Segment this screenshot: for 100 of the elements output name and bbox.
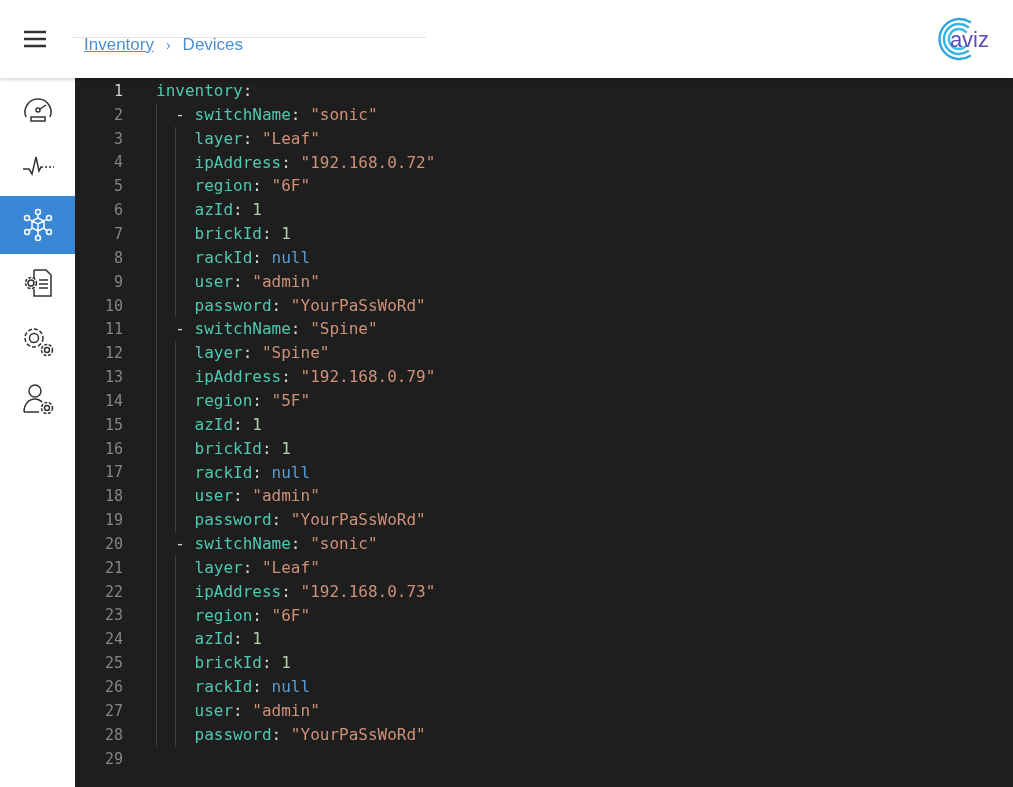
yaml-string: "6F" <box>271 604 311 627</box>
yaml-punctuation: : <box>233 485 244 508</box>
yaml-key: user <box>194 484 234 509</box>
yaml-punctuation: : <box>252 175 263 198</box>
line-number: 19 <box>103 511 123 530</box>
yaml-punctuation: : <box>281 151 292 174</box>
breadcrumb-current: Devices <box>182 34 244 55</box>
yaml-key: switchName <box>194 532 291 556</box>
yaml-punctuation: : <box>252 461 263 484</box>
yaml-string: "YourPaSsWoRd" <box>290 723 426 746</box>
yaml-key: rackId <box>194 245 253 270</box>
line-number: 12 <box>103 344 123 363</box>
yaml-punctuation: : <box>281 366 292 389</box>
yaml-string: "sonic" <box>310 533 378 556</box>
yaml-string: "Spine" <box>310 318 378 341</box>
yaml-key: inventory <box>156 79 243 103</box>
line-number: 25 <box>103 654 123 673</box>
line-number: 13 <box>103 368 123 387</box>
yaml-key: password <box>194 722 272 747</box>
yaml-key: user <box>194 698 234 723</box>
yaml-key: ipAddress <box>194 579 282 604</box>
breadcrumb-link[interactable]: Inventory <box>84 34 154 55</box>
yaml-string: "YourPaSsWoRd" <box>290 294 426 317</box>
yaml-string: "sonic" <box>310 103 378 126</box>
line-number: 29 <box>103 749 123 768</box>
line-number: 1 <box>112 81 123 100</box>
yaml-punctuation: : <box>271 509 283 532</box>
line-number: 14 <box>103 391 123 410</box>
yaml-punctuation: : <box>252 676 263 699</box>
yaml-number: 1 <box>281 223 291 246</box>
yaml-punctuation: : <box>290 533 302 556</box>
yaml-key: region <box>194 603 253 628</box>
yaml-key: brickId <box>194 436 262 461</box>
yaml-key: region <box>194 388 253 413</box>
yaml-punctuation: - <box>175 533 186 556</box>
yaml-punctuation: - <box>175 318 186 341</box>
yaml-punctuation: : <box>233 199 244 222</box>
yaml-key: layer <box>194 126 243 151</box>
yaml-key: brickId <box>194 651 262 676</box>
yaml-key: layer <box>194 555 243 580</box>
yaml-string: "192.168.0.73" <box>300 580 436 603</box>
line-number: 26 <box>103 678 123 696</box>
yaml-punctuation: : <box>242 80 253 102</box>
line-number: 21 <box>103 558 123 577</box>
yaml-punctuation: : <box>271 723 283 746</box>
yaml-key: switchName <box>194 317 291 342</box>
yaml-key: rackId <box>194 460 253 485</box>
yaml-key: ipAddress <box>194 150 282 175</box>
yaml-string: "192.168.0.79" <box>300 366 436 389</box>
yaml-punctuation: : <box>261 223 273 246</box>
yaml-punctuation: : <box>271 294 283 317</box>
yaml-string: "Leaf" <box>261 127 320 150</box>
yaml-punctuation: : <box>261 652 273 675</box>
line-number: 8 <box>112 248 123 267</box>
yaml-string: "admin" <box>252 270 320 293</box>
logo-text: aviz <box>949 26 989 53</box>
line-number: 16 <box>103 439 123 458</box>
yaml-punctuation: - <box>175 103 186 126</box>
yaml-punctuation: : <box>233 628 244 651</box>
sidebar-item[interactable] <box>0 196 75 254</box>
yaml-key: region <box>194 174 253 199</box>
menu-button[interactable] <box>23 28 49 50</box>
line-number: 10 <box>103 296 123 315</box>
line-number: 20 <box>103 534 123 553</box>
yaml-number: 1 <box>252 628 262 651</box>
line-number: 9 <box>112 272 123 291</box>
yaml-string: "admin" <box>252 699 320 722</box>
line-number: 7 <box>112 225 123 243</box>
yaml-number: 1 <box>281 437 291 460</box>
line-number: 3 <box>112 129 123 148</box>
yaml-punctuation: : <box>261 437 273 460</box>
yaml-key: azId <box>194 412 234 437</box>
line-number: 28 <box>103 725 123 744</box>
yaml-key: switchName <box>194 102 291 127</box>
yaml-null: null <box>271 246 311 269</box>
yaml-number: 1 <box>252 199 262 222</box>
yaml-key: azId <box>194 627 234 652</box>
yaml-string: "6F" <box>271 175 311 198</box>
yaml-punctuation: : <box>242 342 254 365</box>
yaml-null: null <box>271 676 311 699</box>
line-number: 23 <box>103 606 123 625</box>
yaml-string: "5F" <box>271 389 311 412</box>
line-number: 18 <box>103 487 123 506</box>
line-number: 15 <box>103 415 123 434</box>
yaml-punctuation: : <box>242 127 254 150</box>
yaml-key: user <box>194 269 234 294</box>
yaml-key: layer <box>194 341 243 366</box>
line-number: 2 <box>112 105 123 124</box>
yaml-key: password <box>194 293 272 318</box>
yaml-punctuation: : <box>242 556 254 579</box>
menu-icon <box>23 30 47 48</box>
yaml-key: azId <box>194 198 234 223</box>
line-number: 17 <box>103 463 123 482</box>
line-number: 5 <box>112 177 123 196</box>
yaml-null: null <box>271 461 311 484</box>
yaml-number: 1 <box>281 652 291 675</box>
yaml-punctuation: : <box>252 389 263 412</box>
line-number: 11 <box>103 320 123 339</box>
line-number: 22 <box>103 582 123 601</box>
yaml-string: "admin" <box>252 485 320 508</box>
